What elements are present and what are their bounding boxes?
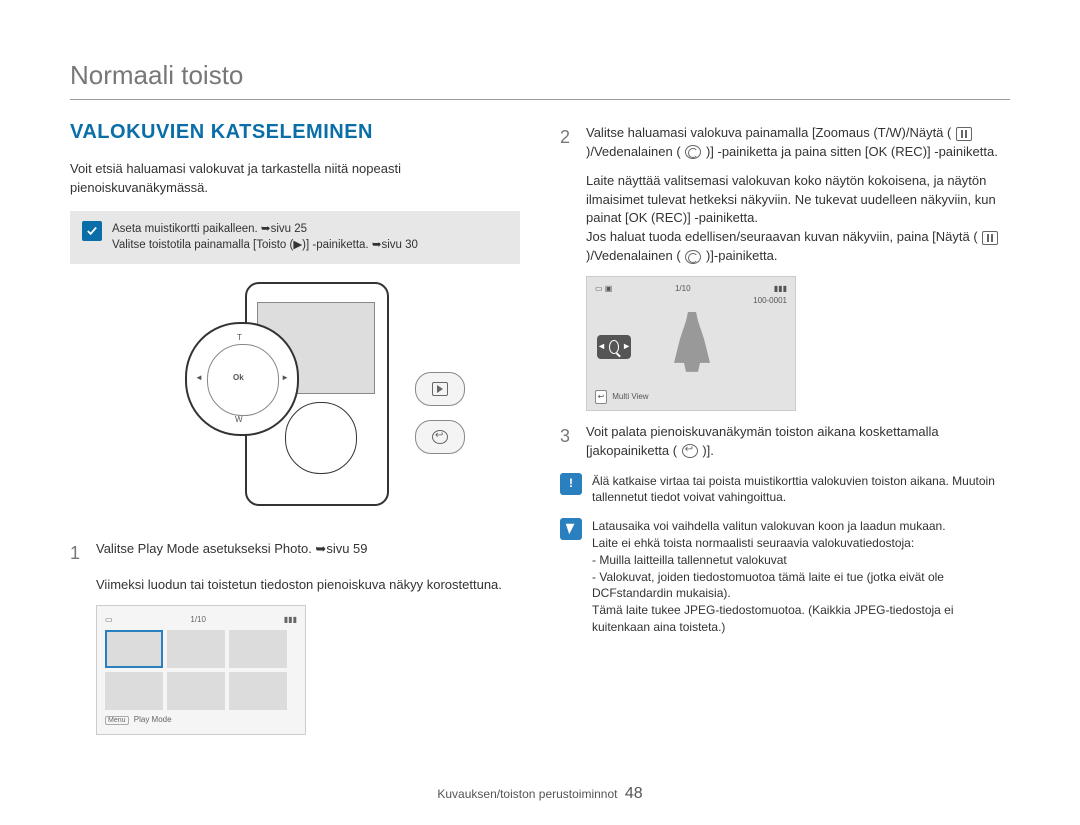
thumbnail-screen: ▭ 1/10 ▮▮▮ Menu Play Mode [96,605,306,735]
step-3: 3 Voit palata pienoiskuvanäkymän toiston… [560,423,1010,461]
menu-chip: Menu [105,716,129,725]
dpad-left-label: ◄ [195,372,203,384]
share-button-icon [415,420,465,454]
single-mode-icon: ▭ ▣ [595,283,612,306]
step2-frag-a: Valitse haluamasi valokuva painamalla [Z… [586,125,951,140]
single-view-screen: ▭ ▣ 1/10 ▮▮▮ 100-0001 ◄► ↩ Multi View [586,276,796,411]
step2e: Jos haluat tuoda edellisen/seuraavan kuv… [586,229,978,244]
play-button-icon [415,372,465,406]
thumbnail [167,672,225,710]
thumb-topbar: ▭ 1/10 ▮▮▮ [105,614,297,626]
thumb-battery-icon: ▮▮▮ [284,614,297,626]
single-battery-icon: ▮▮▮ [774,284,787,293]
single-counter: 1/10 [675,283,691,306]
note-callout: Latausaika voi vaihdella valitun valokuv… [560,518,1010,636]
step-number-1: 1 [70,540,86,566]
precheck-icon [82,221,102,241]
note-l1: Latausaika voi vaihdella valitun valokuv… [592,518,1010,535]
two-column-layout: VALOKUVIEN KATSELEMINEN Voit etsiä halua… [70,118,1010,735]
dpad-right-label: ► [281,372,289,384]
page-title: Normaali toisto [70,60,1010,91]
thumb-counter: 1/10 [190,614,206,626]
side-buttons [415,372,465,468]
share-icon [682,444,698,458]
step-number-2: 2 [560,124,576,162]
warning-icon [560,473,582,495]
dpad-small [285,402,357,474]
thumbnail-grid [105,630,297,710]
dpad-top-label: T [237,332,242,344]
precheck-line2: Valitse toistotila painamalla [Toisto (▶… [112,237,418,254]
horizontal-rule [70,99,1010,100]
step3a: Voit palata pienoiskuvanäkymän toiston a… [586,424,939,458]
intro-text: Voit etsiä haluamasi valokuvat ja tarkas… [70,160,520,198]
right-column: 2 Valitse haluamasi valokuva painamalla … [560,118,1010,735]
left-column: VALOKUVIEN KATSELEMINEN Voit etsiä halua… [70,118,520,735]
underwater-icon [685,250,701,264]
footer-section: Kuvauksen/toiston perustoiminnot [437,787,617,801]
step-2-sub1: Laite näyttää valitsemasi valokuvan koko… [586,172,1010,229]
zoom-control-icon: ◄► [597,335,631,359]
note-l5: Tämä laite tukee JPEG-tiedostomuotoa. (K… [592,602,1010,636]
note-icon [560,518,582,540]
precheck-text: Aseta muistikortti paikalleen. ➥sivu 25 … [112,221,418,254]
step3b: )]. [702,443,714,458]
section-heading: VALOKUVIEN KATSELEMINEN [70,118,520,147]
step2-frag-b: )/Vedenalainen ( [586,144,681,159]
display-icon [956,127,972,141]
note-l4: - Valokuvat, joiden tiedostomuotoa tämä … [592,569,1010,603]
step-2-text: Valitse haluamasi valokuva painamalla [Z… [586,124,1010,162]
step-2: 2 Valitse haluamasi valokuva painamalla … [560,124,1010,162]
step2-frag-c: )] -painiketta ja paina sitten [OK (REC)… [706,144,998,159]
page-footer: Kuvauksen/toiston perustoiminnot 48 [0,785,1080,803]
thumbnail-selected [105,630,163,668]
warning-callout: Älä katkaise virtaa tai poista muistikor… [560,473,1010,507]
note-l2: Laite ei ehkä toista normaalisti seuraav… [592,535,1010,552]
thumbnail [229,630,287,668]
multi-view-label: Multi View [612,392,648,401]
warning-text: Älä katkaise virtaa tai poista muistikor… [592,473,1010,507]
dpad-bottom-label: W [235,414,243,426]
share-chip-icon: ↩ [595,390,607,404]
step2g: )]-painiketta. [706,248,778,263]
step-1: 1 Valitse Play Mode asetukseksi Photo. ➥… [70,540,520,566]
single-topbar: ▭ ▣ 1/10 ▮▮▮ 100-0001 [595,283,787,306]
step-2-sub2: Jos haluat tuoda edellisen/seuraavan kuv… [586,228,1010,266]
dpad-ok-label: Ok [233,372,244,384]
thumb-mode-icon: ▭ [105,614,113,626]
thumbnail [105,672,163,710]
dpad-large: T W Ok ◄ ► [185,322,299,436]
thumb-footer: Menu Play Mode [105,714,297,726]
precheck-box: Aseta muistikortti paikalleen. ➥sivu 25 … [70,211,520,264]
note-l3: - Muilla laitteilla tallennetut valokuva… [592,552,1010,569]
photo-silhouette [672,312,712,372]
thumb-footer-label: Play Mode [134,715,172,724]
step-1-text: Valitse Play Mode asetukseksi Photo. ➥si… [96,540,368,566]
step-number-3: 3 [560,423,576,461]
step2f: )/Vedenalainen ( [586,248,681,263]
thumbnail [167,630,225,668]
step-3-text: Voit palata pienoiskuvanäkymän toiston a… [586,423,1010,461]
device-illustration: T W Ok ◄ ► [125,282,465,522]
single-file-number: 100-0001 [753,296,787,305]
step-1-subtext: Viimeksi luodun tai toistetun tiedoston … [96,576,520,595]
display-icon [982,231,998,245]
thumbnail [229,672,287,710]
underwater-icon [685,145,701,159]
note-text: Latausaika voi vaihdella valitun valokuv… [592,518,1010,636]
precheck-line1: Aseta muistikortti paikalleen. ➥sivu 25 [112,221,418,238]
page-number: 48 [625,785,643,802]
single-bottombar: ↩ Multi View [595,390,649,404]
